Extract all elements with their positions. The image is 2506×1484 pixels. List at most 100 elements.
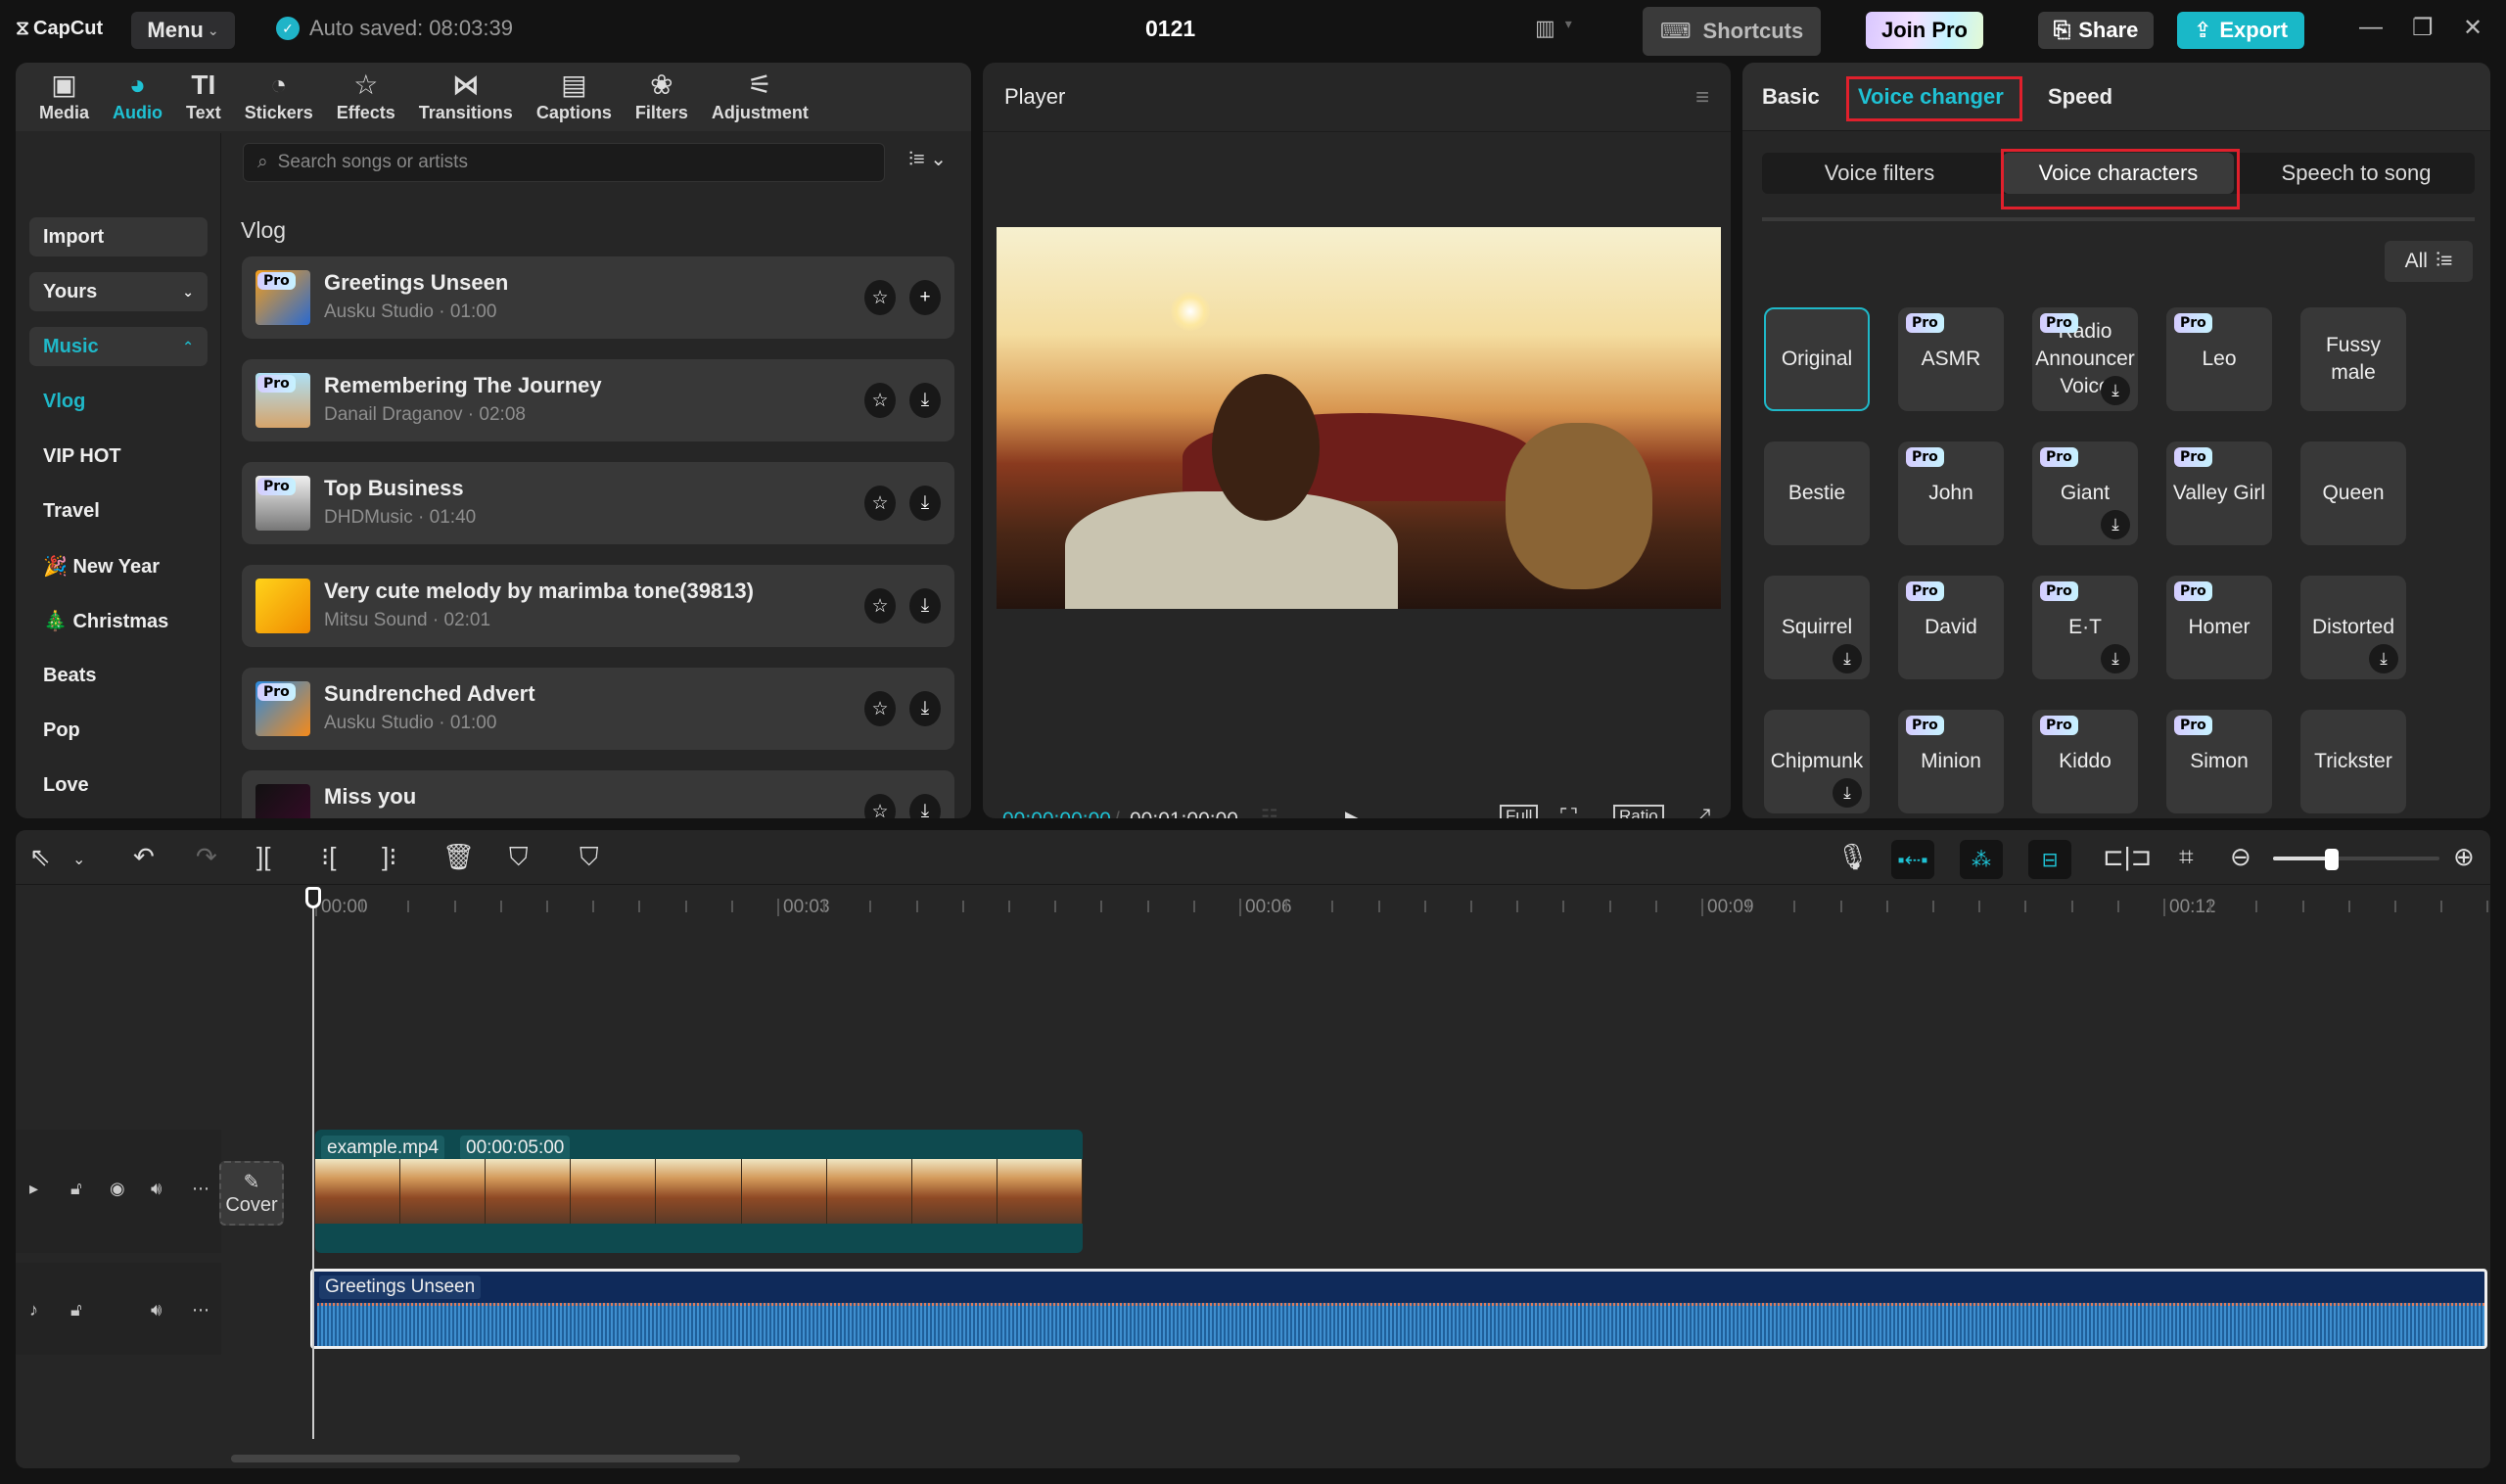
- song-item[interactable]: Pro Remembering The Journey Danail Dragano…: [242, 359, 954, 441]
- undo-icon[interactable]: ↶: [133, 842, 155, 872]
- menu-button[interactable]: Menu ⌄: [131, 12, 235, 49]
- tab-stickers[interactable]: ◔ Stickers: [233, 63, 325, 123]
- zoom-in-icon[interactable]: ⊕: [2453, 842, 2475, 872]
- voice-character-squirrel[interactable]: Squirrel ⤓: [1764, 576, 1870, 679]
- voice-character-original[interactable]: Original: [1764, 307, 1870, 411]
- voice-character-giant[interactable]: Pro Giant ⤓: [2032, 441, 2138, 545]
- favorite-star-icon[interactable]: ☆: [864, 691, 896, 726]
- download-icon[interactable]: ⤓: [2101, 376, 2130, 405]
- download-icon[interactable]: ⤓: [909, 383, 941, 418]
- split-right-icon[interactable]: ]⁝: [382, 842, 397, 872]
- playhead-handle[interactable]: [305, 887, 321, 908]
- redo-icon[interactable]: ↷: [196, 842, 217, 872]
- magnet-icon[interactable]: ⁂: [1960, 840, 2003, 879]
- grid-icon[interactable]: ☷: [1261, 805, 1278, 818]
- voice-character-valley-girl[interactable]: Pro Valley Girl: [2166, 441, 2272, 545]
- voice-character-fussy-male[interactable]: Fussy male: [2300, 307, 2406, 411]
- download-icon[interactable]: ⤓: [909, 691, 941, 726]
- volume-icon[interactable]: 🔊︎: [151, 1179, 162, 1199]
- voice-character-kiddo[interactable]: Pro Kiddo: [2032, 710, 2138, 813]
- tab-captions[interactable]: ▤ Captions: [525, 63, 624, 123]
- voice-character-leo[interactable]: Pro Leo: [2166, 307, 2272, 411]
- yours-dropdown[interactable]: Yours ⌄: [29, 272, 208, 311]
- marker-icon[interactable]: ⛉: [580, 842, 599, 873]
- category-item[interactable]: 🎄 Christmas: [29, 601, 208, 640]
- search-input[interactable]: ⌕ Search songs or artists: [243, 143, 885, 182]
- tab-media[interactable]: ▣ Media: [27, 63, 101, 123]
- delete-icon[interactable]: 🗑︎: [442, 842, 475, 872]
- more-icon[interactable]: ⋯: [192, 1300, 209, 1321]
- zoom-slider[interactable]: [2273, 849, 2439, 870]
- zoom-out-icon[interactable]: ⊖: [2230, 842, 2251, 872]
- favorite-star-icon[interactable]: ☆: [864, 280, 896, 315]
- song-item[interactable]: Pro Greetings Unseen Ausku Studio · 01:00 ☆…: [242, 256, 954, 339]
- zoom-slider-handle[interactable]: [2324, 849, 2339, 870]
- cover-button[interactable]: ✎ Cover: [219, 1161, 284, 1226]
- layout-button[interactable]: ▥ ▾: [1535, 16, 1572, 41]
- play-icon[interactable]: ▶: [1345, 805, 1365, 818]
- voice-character-david[interactable]: Pro David: [1898, 576, 2004, 679]
- ai-marker-icon[interactable]: ⛉: [509, 842, 529, 873]
- shortcuts-button[interactable]: ⌨ Shortcuts: [1643, 7, 1821, 56]
- hamburger-menu-icon[interactable]: ≡: [1695, 84, 1709, 112]
- download-icon[interactable]: ⤓: [909, 588, 941, 624]
- fullscreen-icon[interactable]: ⤢: [1692, 805, 1710, 818]
- voice-character-simon[interactable]: Pro Simon: [2166, 710, 2272, 813]
- volume-icon[interactable]: 🔊︎: [151, 1300, 162, 1321]
- split-icon[interactable]: ][: [256, 842, 270, 872]
- tab-text[interactable]: TI Text: [174, 63, 233, 123]
- video-preview[interactable]: [997, 227, 1721, 609]
- voice-character-john[interactable]: Pro John: [1898, 441, 2004, 545]
- subtab-speech-to-song[interactable]: Speech to song: [2238, 153, 2475, 194]
- download-icon[interactable]: ⤓: [2101, 644, 2130, 673]
- voice-character-chipmunk[interactable]: Chipmunk ⤓: [1764, 710, 1870, 813]
- video-clip[interactable]: example.mp4 00:00:05:00: [315, 1130, 1083, 1253]
- horizontal-scrollbar[interactable]: [231, 1455, 740, 1462]
- voice-character-minion[interactable]: Pro Minion: [1898, 710, 2004, 813]
- time-ruler[interactable]: 00:00 00:03 00:06 00:09 00:12: [16, 885, 2490, 928]
- close-icon[interactable]: ✕: [2463, 14, 2483, 42]
- download-icon[interactable]: ⤓: [909, 794, 941, 818]
- voice-character-radio-announcer-voice[interactable]: Pro Radio Announcer Voice ⤓: [2032, 307, 2138, 411]
- eye-icon[interactable]: ◉: [110, 1179, 125, 1199]
- voice-character-asmr[interactable]: Pro ASMR: [1898, 307, 2004, 411]
- song-item[interactable]: Pro Top Business DHDMusic · 01:40 ☆ ⤓: [242, 462, 954, 544]
- voice-character-queen[interactable]: Queen: [2300, 441, 2406, 545]
- playhead[interactable]: [312, 891, 314, 1439]
- export-button[interactable]: ⇪ Export: [2177, 12, 2304, 49]
- import-button[interactable]: Import: [29, 217, 208, 256]
- voice-character-homer[interactable]: Pro Homer: [2166, 576, 2272, 679]
- category-item[interactable]: 🎉 New Year: [29, 546, 208, 585]
- category-item[interactable]: Travel: [29, 491, 208, 531]
- audio-clip[interactable]: Greetings Unseen: [310, 1269, 2487, 1349]
- lock-icon[interactable]: 🔓︎: [70, 1300, 82, 1321]
- music-dropdown[interactable]: Music ⌃: [29, 327, 208, 366]
- favorite-star-icon[interactable]: ☆: [864, 588, 896, 624]
- voice-character-trickster[interactable]: Trickster: [2300, 710, 2406, 813]
- auto-snap-icon[interactable]: ▪⇠▪: [1891, 840, 1934, 879]
- ratio-button[interactable]: Ratio: [1613, 805, 1664, 818]
- download-icon[interactable]: ⤓: [1833, 644, 1862, 673]
- restore-icon[interactable]: ❐: [2412, 14, 2434, 42]
- download-icon[interactable]: ⤓: [2369, 644, 2398, 673]
- zoom-fit-icon[interactable]: ⌗: [2179, 842, 2194, 873]
- zoom-view-icon[interactable]: ⛶: [1560, 805, 1577, 818]
- lock-icon[interactable]: 🔓︎: [70, 1179, 82, 1199]
- category-item[interactable]: Love: [29, 765, 208, 805]
- sort-filter-icon[interactable]: ⫶≡ ⌄: [908, 147, 947, 171]
- filter-all-button[interactable]: All ⫶≡: [2385, 241, 2473, 282]
- category-item[interactable]: Vlog: [29, 382, 208, 421]
- voice-character-bestie[interactable]: Bestie: [1764, 441, 1870, 545]
- subtab-voice-filters[interactable]: Voice filters: [1762, 153, 1997, 194]
- tab-basic[interactable]: Basic: [1762, 84, 1820, 110]
- tab-adjustment[interactable]: ⚟ Adjustment: [700, 63, 820, 123]
- voice-character-distorted[interactable]: Distorted ⤓: [2300, 576, 2406, 679]
- voice-character-e-t[interactable]: Pro E·T ⤓: [2032, 576, 2138, 679]
- tab-filters[interactable]: ❀ Filters: [624, 63, 700, 123]
- microphone-icon[interactable]: 🎙︎: [1836, 842, 1869, 872]
- preview-axis-icon[interactable]: ⊏|⊐: [2103, 842, 2152, 872]
- minimize-icon[interactable]: —: [2359, 14, 2383, 41]
- tab-audio[interactable]: ◕ Audio: [101, 63, 174, 123]
- favorite-star-icon[interactable]: ☆: [864, 486, 896, 521]
- song-item[interactable]: Miss you ☆ ⤓: [242, 770, 954, 818]
